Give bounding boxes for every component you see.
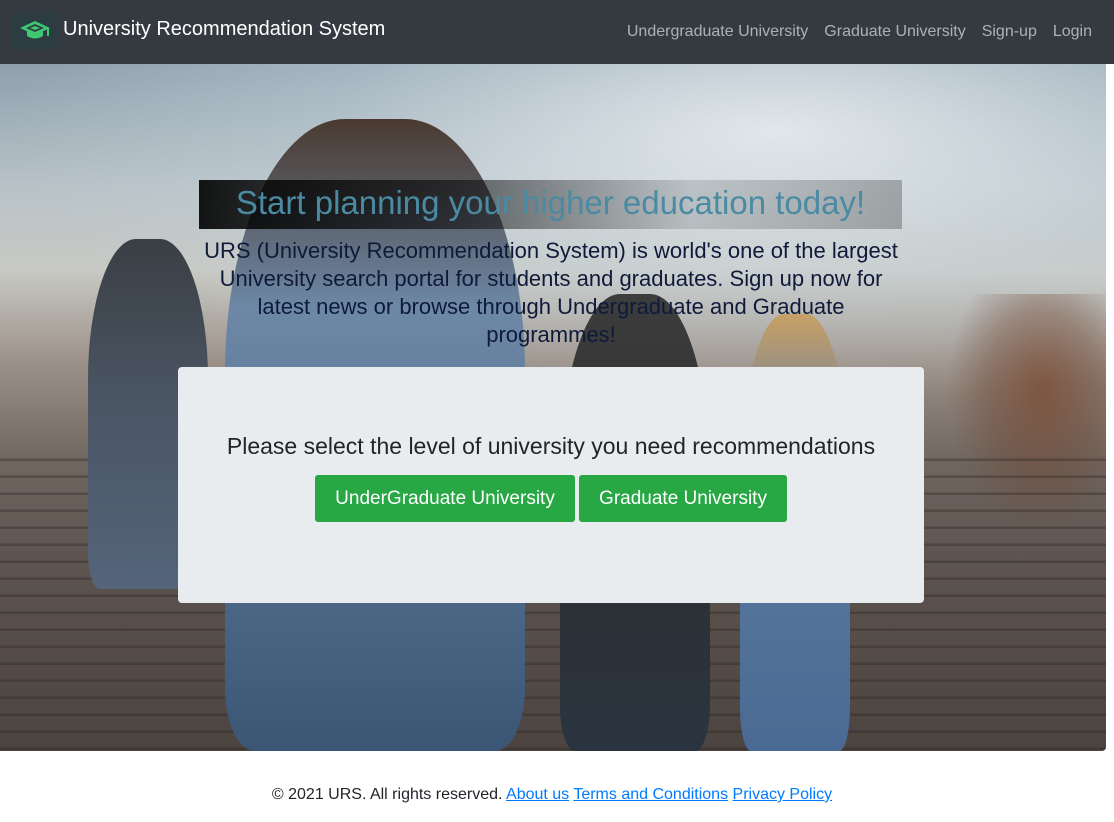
undergraduate-university-button[interactable]: UnderGraduate University: [315, 475, 575, 522]
footer-link-terms-and-conditions[interactable]: Terms and Conditions: [573, 786, 728, 803]
graduate-university-button[interactable]: Graduate University: [579, 475, 787, 522]
hero-heading: Start planning your higher education tod…: [235, 184, 866, 221]
footer-link-about-us[interactable]: About us: [506, 786, 569, 803]
footer-copyright: © 2021 URS. All rights reserved.: [271, 786, 503, 803]
nav-link-graduate-university[interactable]: Graduate University: [824, 21, 965, 43]
hero-heading-banner: Start planning your higher education tod…: [199, 180, 902, 229]
hero-description: URS (University Recommendation System) i…: [204, 238, 898, 347]
page-footer: © 2021 URS. All rights reserved. About u…: [0, 784, 1104, 806]
top-navbar: University Recommendation System Undergr…: [0, 0, 1114, 64]
nav-links: Undergraduate University Graduate Univer…: [627, 21, 1092, 43]
nav-link-undergraduate-university[interactable]: Undergraduate University: [627, 21, 808, 43]
hero-section: Start planning your higher education tod…: [0, 64, 1106, 751]
nav-link-sign-up[interactable]: Sign-up: [982, 21, 1037, 43]
graduation-cap-icon[interactable]: [12, 13, 58, 49]
nav-link-login[interactable]: Login: [1053, 21, 1092, 43]
selection-prompt: Please select the level of university yo…: [226, 433, 876, 459]
footer-link-privacy-policy[interactable]: Privacy Policy: [733, 786, 833, 803]
brand-title[interactable]: University Recommendation System: [63, 17, 385, 41]
university-level-selection-card: Please select the level of university yo…: [178, 367, 924, 603]
